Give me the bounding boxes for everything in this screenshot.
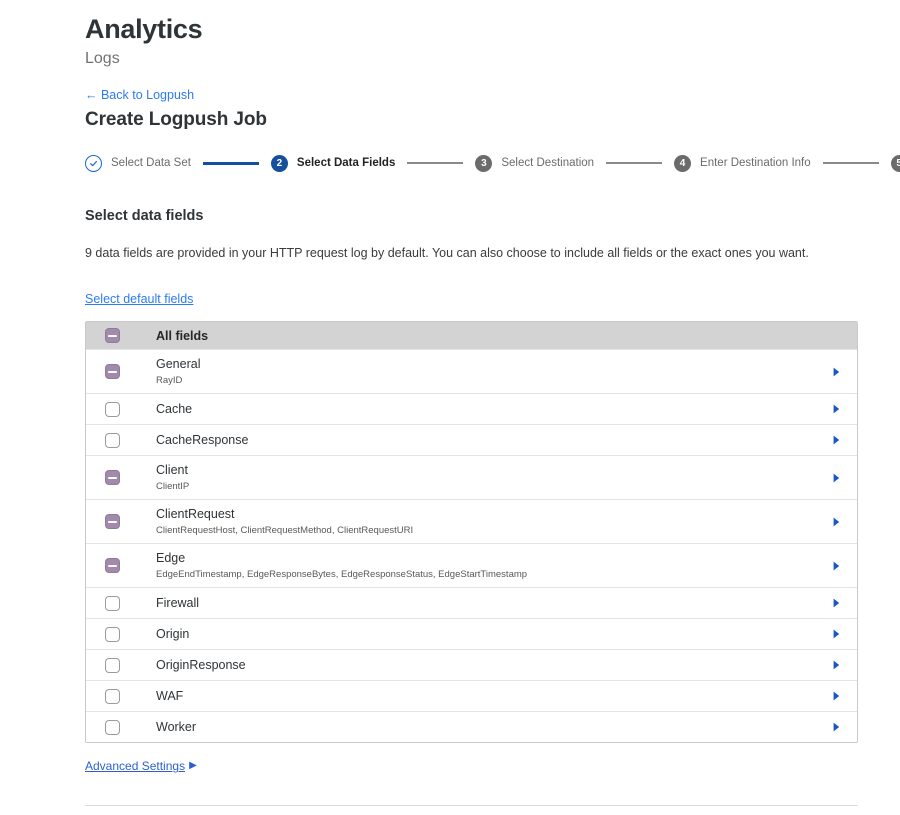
checkbox-cache[interactable] — [105, 401, 120, 417]
back-to-logpush-link[interactable]: ← Back to Logpush — [85, 88, 194, 103]
table-row-general[interactable]: General RayID — [86, 349, 857, 394]
step-connector-3 — [606, 162, 663, 165]
expand-arrow-icon[interactable] — [829, 598, 843, 608]
field-label-origin: Origin — [156, 627, 190, 642]
field-label-edge: Edge — [156, 551, 186, 566]
field-sub-clientrequest: ClientRequestHost, ClientRequestMethod, … — [156, 525, 414, 537]
step-4-label: Enter Destination Info — [700, 157, 811, 170]
page-header: Analytics Logs ← Back to Logpush Create … — [85, 14, 860, 132]
checkbox-edge[interactable] — [105, 558, 120, 574]
field-label-originresponse: OriginResponse — [156, 658, 246, 673]
field-text-general: General RayID — [156, 353, 829, 390]
table-row-clientrequest[interactable]: ClientRequest ClientRequestHost, ClientR… — [86, 499, 857, 544]
step-3-marker: 3 — [475, 154, 493, 172]
create-logpush-job-page: Analytics Logs ← Back to Logpush Create … — [0, 0, 900, 815]
advanced-settings-toggle[interactable]: Advanced Settings ▶ — [85, 759, 197, 773]
app-title: Analytics — [85, 14, 203, 44]
step-2-marker: 2 — [270, 154, 288, 172]
field-label-clientrequest: ClientRequest — [156, 507, 235, 522]
field-label-client: Client — [156, 463, 188, 478]
checkbox-originresponse[interactable] — [105, 657, 120, 673]
table-row-cacheresponse[interactable]: CacheResponse — [86, 424, 857, 456]
field-sub-general: RayID — [156, 375, 183, 387]
step-select-data-fields[interactable]: 2 Select Data Fields — [270, 154, 396, 172]
expand-arrow-icon[interactable] — [829, 473, 843, 483]
checkbox-waf[interactable] — [105, 688, 120, 704]
field-sub-edge: EdgeEndTimestamp, EdgeResponseBytes, Edg… — [156, 569, 528, 581]
expand-arrow-icon[interactable] — [829, 404, 843, 414]
table-row-edge[interactable]: Edge EdgeEndTimestamp, EdgeResponseBytes… — [86, 543, 857, 588]
step-5-marker: 5 — [890, 154, 900, 172]
expand-arrow-icon[interactable] — [829, 435, 843, 445]
step-3-label: Select Destination — [501, 157, 595, 170]
section-description: 9 data fields are provided in your HTTP … — [85, 245, 809, 260]
expand-arrow-icon[interactable] — [829, 629, 843, 639]
field-text-cache: Cache — [156, 398, 829, 421]
table-row-firewall[interactable]: Firewall — [86, 587, 857, 619]
step-select-data-set[interactable]: Select Data Set — [85, 154, 191, 172]
table-row-worker[interactable]: Worker — [86, 711, 857, 743]
expand-arrow-icon[interactable] — [829, 561, 843, 571]
all-fields-label: All fields — [156, 328, 209, 343]
chevron-right-icon: ▶ — [189, 760, 197, 772]
page-title: Create Logpush Job — [85, 109, 267, 131]
field-text-cacheresponse: CacheResponse — [156, 429, 829, 452]
checkbox-cacheresponse[interactable] — [105, 432, 120, 448]
expand-arrow-icon[interactable] — [829, 660, 843, 670]
expand-arrow-icon[interactable] — [829, 691, 843, 701]
app-subtitle: Logs — [85, 50, 120, 68]
field-text-edge: Edge EdgeEndTimestamp, EdgeResponseBytes… — [156, 547, 829, 584]
checkbox-origin[interactable] — [105, 626, 120, 642]
table-row-waf[interactable]: WAF — [86, 680, 857, 712]
footer-divider — [85, 805, 858, 807]
field-text-origin: Origin — [156, 623, 829, 646]
table-row-origin[interactable]: Origin — [86, 618, 857, 650]
step-prove-ownership[interactable]: 5 Prove Ownership — [890, 154, 900, 172]
expand-arrow-icon[interactable] — [829, 367, 843, 377]
field-label-cacheresponse: CacheResponse — [156, 433, 249, 448]
checkbox-general[interactable] — [105, 364, 120, 380]
field-text-clientrequest: ClientRequest ClientRequestHost, ClientR… — [156, 503, 829, 540]
field-text-firewall: Firewall — [156, 592, 829, 615]
table-row-cache[interactable]: Cache — [86, 393, 857, 425]
checkbox-worker[interactable] — [105, 719, 120, 735]
field-text-client: Client ClientIP — [156, 459, 829, 496]
checkbox-firewall[interactable] — [105, 595, 120, 611]
field-label-firewall: Firewall — [156, 596, 200, 611]
step-select-destination[interactable]: 3 Select Destination — [475, 154, 595, 172]
field-text-waf: WAF — [156, 685, 829, 708]
field-text-worker: Worker — [156, 716, 829, 739]
field-label-waf: WAF — [156, 689, 184, 704]
step-connector-1 — [202, 162, 259, 165]
expand-arrow-icon[interactable] — [829, 517, 843, 527]
step-connector-2 — [407, 162, 464, 165]
field-label-cache: Cache — [156, 402, 193, 417]
stepper: Select Data Set 2 Select Data Fields 3 S… — [85, 154, 900, 172]
step-4-marker: 4 — [674, 154, 692, 172]
fields-table-header-row[interactable]: All fields — [86, 322, 857, 350]
table-row-originresponse[interactable]: OriginResponse — [86, 649, 857, 681]
field-text-originresponse: OriginResponse — [156, 654, 829, 677]
page-content: Analytics Logs ← Back to Logpush Create … — [0, 0, 900, 815]
step-1-label: Select Data Set — [111, 157, 191, 170]
step-enter-destination-info[interactable]: 4 Enter Destination Info — [674, 154, 811, 172]
table-row-client[interactable]: Client ClientIP — [86, 455, 857, 500]
advanced-settings-label: Advanced Settings — [85, 759, 186, 774]
section-title: Select data fields — [85, 207, 204, 224]
all-fields-checkbox[interactable] — [105, 328, 120, 344]
checkbox-clientrequest[interactable] — [105, 514, 120, 530]
field-label-general: General — [156, 357, 201, 372]
select-default-fields-link[interactable]: Select default fields — [85, 292, 193, 306]
expand-arrow-icon[interactable] — [829, 722, 843, 732]
field-label-worker: Worker — [156, 720, 197, 735]
field-sub-client: ClientIP — [156, 481, 190, 493]
fields-table: All fields General RayID Cache CacheResp… — [85, 321, 858, 744]
all-fields-text: All fields — [156, 324, 843, 348]
checkbox-client[interactable] — [105, 470, 120, 486]
step-2-label: Select Data Fields — [296, 157, 396, 170]
step-connector-4 — [822, 162, 879, 165]
step-1-check-icon — [85, 154, 102, 172]
